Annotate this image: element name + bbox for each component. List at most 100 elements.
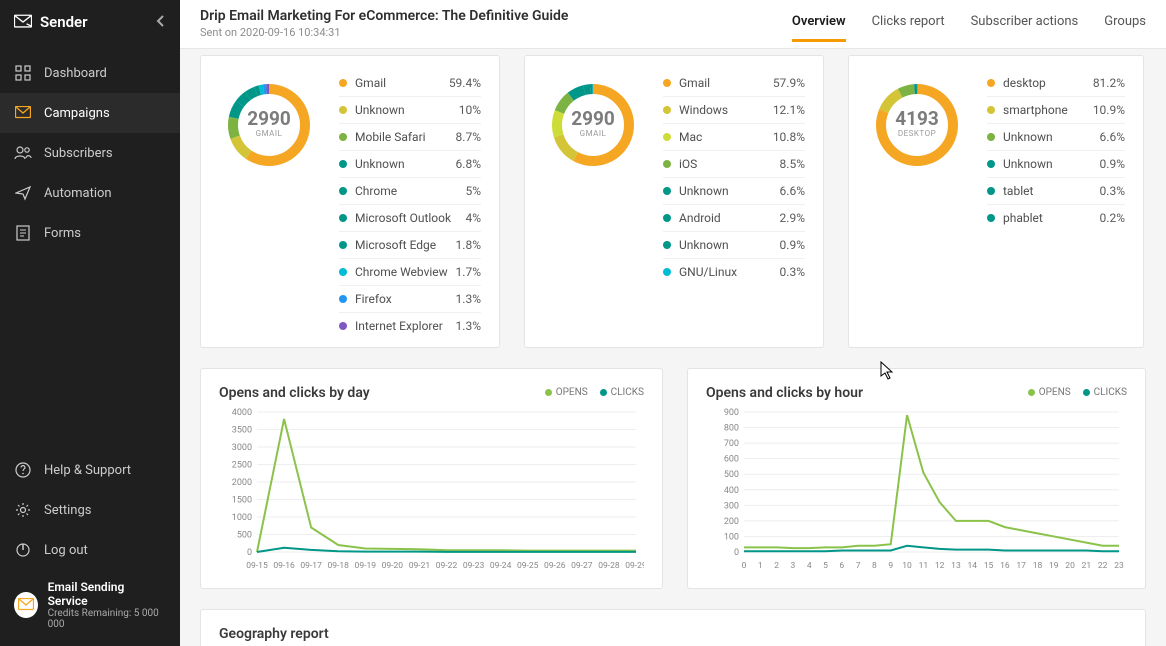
sidebar-item-forms[interactable]: Forms	[0, 213, 180, 253]
sidebar-item-label: Subscribers	[44, 146, 113, 161]
donut-chart: 2990GMAIL	[219, 70, 319, 339]
chart-plot: 0100200300400500600700800900012345678910…	[706, 404, 1127, 578]
legend-dot-icon	[545, 389, 552, 396]
sidebar-item-automation[interactable]: Automation	[0, 173, 180, 213]
legend-dot-icon	[600, 389, 607, 396]
stat-list: desktop 81.2% smartphone 10.9% Unknown 6…	[987, 70, 1125, 339]
svg-text:GMAIL: GMAIL	[256, 129, 283, 138]
svg-text:11: 11	[919, 561, 929, 571]
legend-dot-icon	[339, 160, 347, 168]
tab-clicks-report[interactable]: Clicks report	[872, 8, 945, 42]
stat-label: GNU/Linux	[679, 265, 737, 279]
svg-text:9: 9	[888, 561, 893, 571]
sidebar-item-logout[interactable]: Log out	[0, 530, 180, 570]
stat-list: Gmail 57.9% Windows 12.1% Mac 10.8% iOS …	[663, 70, 805, 339]
legend-dot-icon	[663, 241, 671, 249]
stat-row: GNU/Linux 0.3%	[663, 259, 805, 285]
dashboard-icon	[14, 64, 32, 82]
svg-text:200: 200	[724, 517, 739, 527]
stat-row: Internet Explorer 1.3%	[339, 313, 481, 339]
stat-row: Microsoft Outlook 4%	[339, 205, 481, 232]
sender-logo-icon	[14, 13, 32, 31]
stat-row: Android 2.9%	[663, 205, 805, 232]
legend-dot-icon	[339, 241, 347, 249]
svg-text:0: 0	[247, 548, 252, 558]
stat-row: Unknown 0.9%	[987, 151, 1125, 178]
page-title: Drip Email Marketing For eCommerce: The …	[200, 8, 568, 24]
svg-text:16: 16	[1000, 561, 1010, 571]
stat-card: 2990GMAIL Gmail 57.9% Windows 12.1% Mac …	[524, 55, 824, 348]
svg-text:700: 700	[724, 439, 739, 449]
donut-chart: 4193DESKTOP	[867, 70, 967, 339]
tab-subscriber-actions[interactable]: Subscriber actions	[971, 8, 1079, 42]
svg-text:3500: 3500	[232, 426, 252, 436]
legend-dot-icon	[663, 214, 671, 222]
svg-text:18: 18	[1033, 561, 1043, 571]
stat-label: Gmail	[679, 76, 710, 90]
svg-text:09-24: 09-24	[490, 561, 512, 571]
svg-text:8: 8	[872, 561, 877, 571]
stat-label: Gmail	[355, 76, 386, 90]
stat-value: 59.4%	[449, 76, 481, 90]
svg-text:09-29: 09-29	[625, 561, 644, 571]
legend-dot-icon	[339, 79, 347, 87]
legend-dot-icon	[339, 322, 347, 330]
svg-text:09-23: 09-23	[463, 561, 485, 571]
stat-row: Mobile Safari 8.7%	[339, 124, 481, 151]
stat-value: 8.7%	[456, 130, 481, 144]
legend-dot-icon	[987, 214, 995, 222]
sidebar-item-label: Campaigns	[44, 106, 110, 121]
sidebar-item-label: Log out	[44, 543, 88, 558]
svg-text:10: 10	[902, 561, 912, 571]
automation-icon	[14, 184, 32, 202]
tab-groups[interactable]: Groups	[1104, 8, 1146, 42]
stat-value: 0.2%	[1100, 211, 1125, 225]
stat-row: smartphone 10.9%	[987, 97, 1125, 124]
legend-item: OPENS	[1028, 387, 1071, 398]
svg-text:09-16: 09-16	[273, 561, 295, 571]
svg-text:3: 3	[791, 561, 796, 571]
sidebar-item-dashboard[interactable]: Dashboard	[0, 53, 180, 93]
stat-label: phablet	[1003, 211, 1043, 225]
stat-value: 8.5%	[780, 157, 805, 171]
sidebar-item-campaigns[interactable]: Campaigns	[0, 93, 180, 133]
tab-overview[interactable]: Overview	[792, 8, 846, 42]
svg-text:500: 500	[237, 531, 252, 541]
brand-logo[interactable]: Sender	[14, 13, 88, 31]
stat-value: 0.3%	[1100, 184, 1125, 198]
sidebar-item-help[interactable]: Help & Support	[0, 450, 180, 490]
stat-value: 10.8%	[773, 130, 805, 144]
legend-dot-icon	[663, 160, 671, 168]
legend-item: CLICKS	[1083, 387, 1127, 398]
stat-row: Mac 10.8%	[663, 124, 805, 151]
stat-label: Mobile Safari	[355, 130, 426, 144]
sidebar-collapse-button[interactable]	[156, 12, 166, 31]
svg-text:09-26: 09-26	[544, 561, 566, 571]
subscribers-icon	[14, 144, 32, 162]
geography-title: Geography report	[219, 626, 1127, 642]
sidebar: Sender Dashboard Campaigns Subscribers A…	[0, 0, 180, 646]
svg-text:12: 12	[935, 561, 945, 571]
stat-row: Unknown 10%	[339, 97, 481, 124]
stat-label: Mac	[679, 130, 702, 144]
stat-row: Unknown 6.8%	[339, 151, 481, 178]
legend-dot-icon	[663, 79, 671, 87]
stat-label: Internet Explorer	[355, 319, 443, 333]
sidebar-item-subscribers[interactable]: Subscribers	[0, 133, 180, 173]
account-block[interactable]: Email Sending Service Credits Remaining:…	[0, 570, 180, 646]
legend-dot-icon	[339, 214, 347, 222]
sidebar-item-settings[interactable]: Settings	[0, 490, 180, 530]
stat-value: 10%	[459, 103, 481, 117]
campaigns-icon	[14, 104, 32, 122]
sidebar-item-label: Help & Support	[44, 463, 131, 478]
stat-value: 81.2%	[1093, 76, 1125, 90]
svg-text:09-21: 09-21	[409, 561, 430, 571]
avatar	[14, 592, 38, 618]
stat-row: Chrome Webview 1.7%	[339, 259, 481, 286]
donut-chart: 2990GMAIL	[543, 70, 643, 339]
legend-item: CLICKS	[600, 387, 644, 398]
legend-dot-icon	[339, 295, 347, 303]
stat-value: 12.1%	[773, 103, 805, 117]
svg-text:800: 800	[724, 424, 739, 434]
stat-value: 0.9%	[780, 238, 805, 252]
